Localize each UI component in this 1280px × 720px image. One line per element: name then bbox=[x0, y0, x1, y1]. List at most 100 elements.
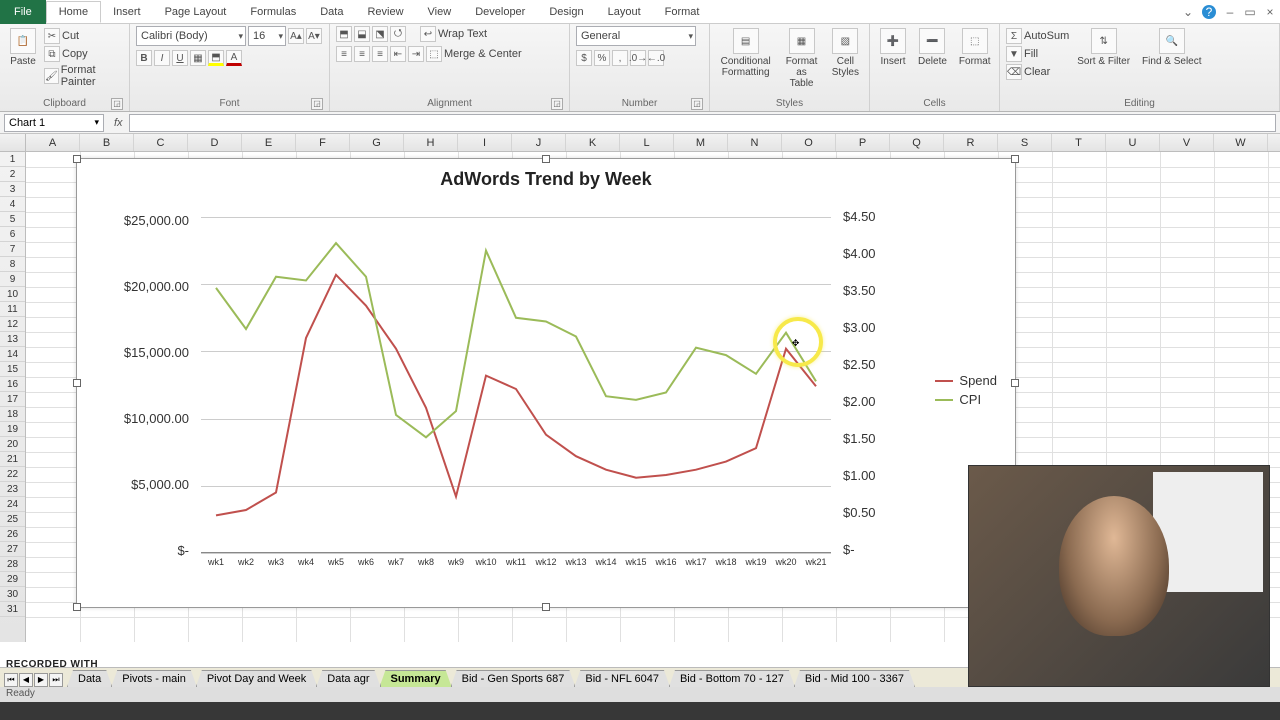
sheet-tab[interactable]: Bid - NFL 6047 bbox=[574, 670, 670, 687]
sheet-nav-last-icon[interactable]: ⏭ bbox=[49, 673, 63, 687]
align-top-icon[interactable]: ⬒ bbox=[336, 26, 352, 42]
column-header[interactable]: T bbox=[1052, 134, 1106, 151]
format-painter-button[interactable]: 🖌Format Painter bbox=[44, 64, 123, 88]
shrink-font-icon[interactable]: A▾ bbox=[306, 28, 322, 44]
column-header[interactable]: P bbox=[836, 134, 890, 151]
row-header[interactable]: 20 bbox=[0, 437, 25, 452]
tab-design[interactable]: Design bbox=[537, 2, 595, 22]
file-tab[interactable]: File bbox=[0, 0, 46, 24]
plot-area[interactable] bbox=[201, 217, 831, 553]
tab-review[interactable]: Review bbox=[355, 2, 415, 22]
row-header[interactable]: 28 bbox=[0, 557, 25, 572]
chart-handle-n[interactable] bbox=[542, 155, 550, 163]
row-header[interactable]: 27 bbox=[0, 542, 25, 557]
chart-handle-ne[interactable] bbox=[1011, 155, 1019, 163]
copy-button[interactable]: ⧉Copy bbox=[44, 46, 123, 62]
bold-button[interactable]: B bbox=[136, 50, 152, 66]
tab-format[interactable]: Format bbox=[653, 2, 712, 22]
tab-view[interactable]: View bbox=[416, 2, 464, 22]
sheet-tab[interactable]: Bid - Bottom 70 - 127 bbox=[669, 670, 795, 687]
percent-icon[interactable]: % bbox=[594, 50, 610, 66]
tab-data[interactable]: Data bbox=[308, 2, 355, 22]
row-header[interactable]: 31 bbox=[0, 602, 25, 617]
column-header[interactable]: J bbox=[512, 134, 566, 151]
cell-styles-button[interactable]: ▧Cell Styles bbox=[828, 26, 863, 80]
column-header[interactable]: R bbox=[944, 134, 998, 151]
sheet-tab[interactable]: Bid - Gen Sports 687 bbox=[451, 670, 576, 687]
column-header[interactable]: F bbox=[296, 134, 350, 151]
row-header[interactable]: 14 bbox=[0, 347, 25, 362]
sheet-nav-next-icon[interactable]: ▶ bbox=[34, 673, 48, 687]
row-header[interactable]: 19 bbox=[0, 422, 25, 437]
row-header[interactable]: 16 bbox=[0, 377, 25, 392]
increase-decimal-icon[interactable]: .0→ bbox=[630, 50, 646, 66]
column-header[interactable]: S bbox=[998, 134, 1052, 151]
minimize-ribbon-icon[interactable]: ⌄ bbox=[1178, 5, 1198, 19]
number-format-combo[interactable]: General bbox=[576, 26, 696, 46]
window-restore-icon[interactable]: ▭ bbox=[1240, 5, 1260, 19]
window-close-icon[interactable]: × bbox=[1260, 5, 1280, 19]
column-header[interactable]: Q bbox=[890, 134, 944, 151]
row-header[interactable]: 23 bbox=[0, 482, 25, 497]
row-header[interactable]: 1 bbox=[0, 152, 25, 167]
font-color-button[interactable]: A bbox=[226, 50, 242, 66]
cut-button[interactable]: ✂Cut bbox=[44, 28, 123, 44]
sheet-tab[interactable]: Data agr bbox=[316, 670, 380, 687]
insert-cells-button[interactable]: ➕Insert bbox=[876, 26, 910, 69]
column-header[interactable]: L bbox=[620, 134, 674, 151]
tab-formulas[interactable]: Formulas bbox=[238, 2, 308, 22]
tab-page-layout[interactable]: Page Layout bbox=[153, 2, 239, 22]
comma-icon[interactable]: , bbox=[612, 50, 628, 66]
row-header[interactable]: 3 bbox=[0, 182, 25, 197]
column-header[interactable]: U bbox=[1106, 134, 1160, 151]
tab-developer[interactable]: Developer bbox=[463, 2, 537, 22]
italic-button[interactable]: I bbox=[154, 50, 170, 66]
help-icon[interactable]: ? bbox=[1202, 5, 1216, 19]
chart-handle-e[interactable] bbox=[1011, 379, 1019, 387]
row-header[interactable]: 29 bbox=[0, 572, 25, 587]
sheet-tab[interactable]: Pivot Day and Week bbox=[196, 670, 317, 687]
conditional-formatting-button[interactable]: ▤Conditional Formatting bbox=[716, 26, 775, 80]
row-header[interactable]: 12 bbox=[0, 317, 25, 332]
row-header[interactable]: 4 bbox=[0, 197, 25, 212]
row-header[interactable]: 17 bbox=[0, 392, 25, 407]
sheet-tab[interactable]: Pivots - main bbox=[111, 670, 197, 687]
sheet-nav-first-icon[interactable]: ⏮ bbox=[4, 673, 18, 687]
row-header[interactable]: 8 bbox=[0, 257, 25, 272]
row-header[interactable]: 11 bbox=[0, 302, 25, 317]
row-header[interactable]: 30 bbox=[0, 587, 25, 602]
row-header[interactable]: 9 bbox=[0, 272, 25, 287]
format-as-table-button[interactable]: ▦Format as Table bbox=[779, 26, 823, 91]
increase-indent-icon[interactable]: ⇥ bbox=[408, 46, 424, 62]
decrease-decimal-icon[interactable]: ←.0 bbox=[648, 50, 664, 66]
tab-insert[interactable]: Insert bbox=[101, 2, 153, 22]
sheet-tab[interactable]: Summary bbox=[380, 670, 452, 687]
chart-title[interactable]: AdWords Trend by Week bbox=[77, 159, 1015, 194]
column-header[interactable]: N bbox=[728, 134, 782, 151]
column-header[interactable]: W bbox=[1214, 134, 1268, 151]
select-all-button[interactable] bbox=[0, 134, 26, 151]
align-center-icon[interactable]: ≡ bbox=[354, 46, 370, 62]
row-header[interactable]: 25 bbox=[0, 512, 25, 527]
clipboard-dialog-icon[interactable]: ◲ bbox=[111, 98, 123, 110]
underline-button[interactable]: U bbox=[172, 50, 188, 66]
row-header[interactable]: 15 bbox=[0, 362, 25, 377]
sheet-tab[interactable]: Bid - Mid 100 - 3367 bbox=[794, 670, 915, 687]
row-header[interactable]: 21 bbox=[0, 452, 25, 467]
tab-layout[interactable]: Layout bbox=[596, 2, 653, 22]
window-min-icon[interactable]: – bbox=[1220, 5, 1240, 19]
column-header[interactable]: M bbox=[674, 134, 728, 151]
row-header[interactable]: 13 bbox=[0, 332, 25, 347]
chart-handle-s[interactable] bbox=[542, 603, 550, 611]
clear-button[interactable]: ⌫Clear bbox=[1006, 64, 1069, 80]
currency-icon[interactable]: $ bbox=[576, 50, 592, 66]
autosum-button[interactable]: ΣAutoSum bbox=[1006, 28, 1069, 44]
row-header[interactable]: 10 bbox=[0, 287, 25, 302]
align-right-icon[interactable]: ≡ bbox=[372, 46, 388, 62]
number-dialog-icon[interactable]: ◲ bbox=[691, 98, 703, 110]
column-header[interactable]: I bbox=[458, 134, 512, 151]
column-header[interactable]: A bbox=[26, 134, 80, 151]
row-header[interactable]: 7 bbox=[0, 242, 25, 257]
column-header[interactable]: B bbox=[80, 134, 134, 151]
tab-home[interactable]: Home bbox=[46, 1, 101, 23]
